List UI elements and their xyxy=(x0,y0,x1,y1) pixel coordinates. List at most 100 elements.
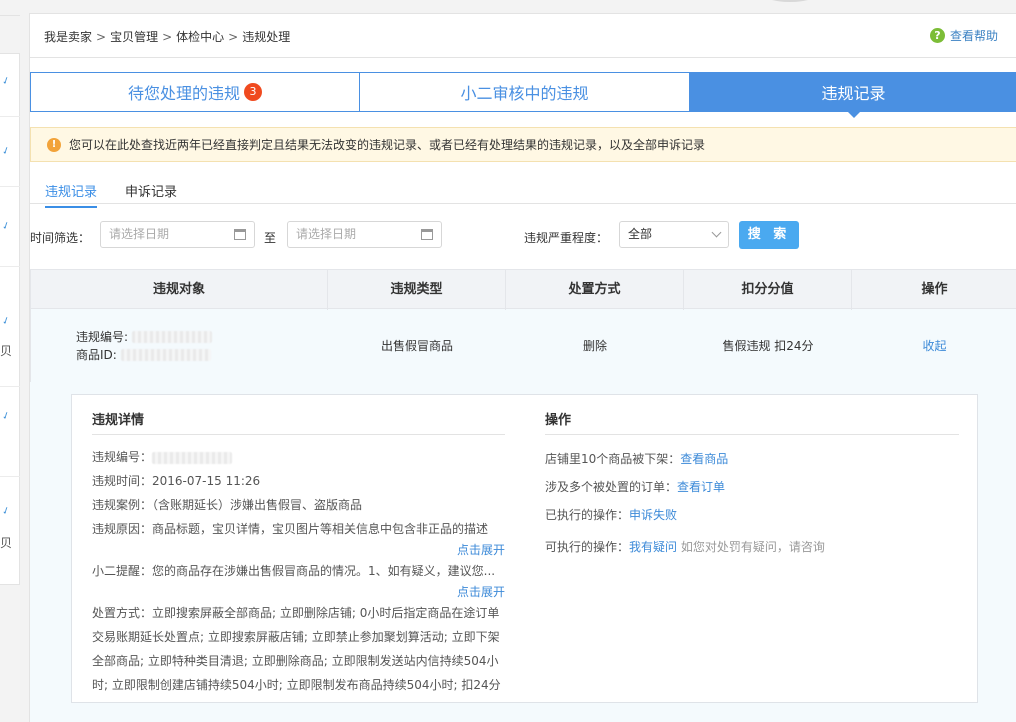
end-date-input[interactable]: 请选择日期 xyxy=(287,221,442,248)
severity-value: 全部 xyxy=(628,227,653,241)
breadcrumb-item[interactable]: 体检中心 xyxy=(176,30,224,44)
detail-area: 违规详情 违规编号： 违规时间：2016-07-15 11:26 违规案例：（含… xyxy=(30,382,1016,722)
calendar-icon xyxy=(234,229,246,240)
detail-reason-value: 商品标题，宝贝详情，宝贝图片等相关信息中包含非正品的描述 xyxy=(152,522,489,536)
check-icon: ✓ xyxy=(0,314,13,329)
start-date-placeholder: 请选择日期 xyxy=(109,227,170,241)
detail-case-value: （含账期延长）涉嫌出售假冒、盗版商品 xyxy=(152,498,363,512)
expand-tip-link[interactable]: 点击展开 xyxy=(92,583,505,601)
detail-method-value: 立即搜索屏蔽全部商品; 立即删除店铺; 0小时后指定商品在途订单交易账期延长处置… xyxy=(92,606,501,692)
tab-under-review[interactable]: 小二审核中的违规 xyxy=(360,72,690,112)
detail-tip-value: 您的商品存在涉嫌出售假冒商品的情况。1、如有疑义，建议您... xyxy=(152,564,496,578)
column-header: 扣分分值 xyxy=(684,270,852,310)
operations-title: 操作 xyxy=(545,409,959,435)
sidebar-divider xyxy=(0,116,20,117)
count-badge: 3 xyxy=(244,83,262,101)
detail-title: 违规详情 xyxy=(92,409,505,435)
view-orders-link[interactable]: 查看订单 xyxy=(677,480,725,494)
date-range-to: 至 xyxy=(264,231,277,245)
detail-time-value: 2016-07-15 11:26 xyxy=(152,474,261,488)
op-line: 可执行的操作：我有疑问 如您对处罚有疑问，请咨询 xyxy=(545,533,959,561)
breadcrumb-item: 违规处理 xyxy=(242,30,291,44)
detail-panel: 违规详情 违规编号： 违规时间：2016-07-15 11:26 违规案例：（含… xyxy=(71,394,978,703)
breadcrumb: 我是卖家 > 宝贝管理 > 体检中心 > 违规处理 xyxy=(44,28,290,45)
detail-tip-label: 小二提醒： xyxy=(92,564,153,578)
column-header: 违规对象 xyxy=(31,270,328,310)
search-button[interactable]: 搜 索 xyxy=(739,221,799,249)
violation-table: 违规对象 违规类型 处置方式 扣分分值 操作 违规编号: 商品ID: 出售假冒商… xyxy=(30,269,1016,383)
sidebar-cap xyxy=(0,16,20,54)
table-header: 违规对象 违规类型 处置方式 扣分分值 操作 xyxy=(30,269,1016,310)
detail-case-label: 违规案例： xyxy=(92,498,153,512)
sidebar-divider xyxy=(0,266,20,267)
detail-reason-line: 违规原因：商品标题，宝贝详情，宝贝图片等相关信息中包含非正品的描述 xyxy=(92,517,505,541)
check-icon: ✓ xyxy=(0,504,13,519)
view-items-link[interactable]: 查看商品 xyxy=(680,452,728,466)
collapse-link[interactable]: 收起 xyxy=(852,337,1016,354)
help-link[interactable]: ? 查看帮助 xyxy=(929,27,998,44)
table-row: 违规编号: 商品ID: 出售假冒商品 删除 售假违规 扣24分 收起 xyxy=(30,309,1016,383)
collapse-label: 收起 xyxy=(922,339,947,353)
tab-violation-records[interactable]: 违规记录 xyxy=(690,72,1016,118)
op-label: 已执行的操作： xyxy=(545,508,630,522)
sidebar-divider xyxy=(0,386,20,387)
violation-id-label: 违规编号: xyxy=(76,329,129,344)
detail-tip-line: 小二提醒：您的商品存在涉嫌出售假冒商品的情况。1、如有疑义，建议您... xyxy=(92,559,505,583)
column-header: 处置方式 xyxy=(506,270,684,310)
tab-label: 待您处理的违规 xyxy=(127,84,240,103)
detail-method-line: 处置方式：立即搜索屏蔽全部商品; 立即删除店铺; 0小时后指定商品在途订单交易账… xyxy=(92,601,505,697)
sidebar-text-fragment: 贝 xyxy=(0,344,13,358)
op-note: 如您对处罚有疑问，请咨询 xyxy=(680,540,825,554)
check-icon: ✓ xyxy=(0,74,13,89)
info-notice: ! 您可以在此处查找近两年已经直接判定且结果无法改变的违规记录、或者已经有处理结… xyxy=(30,127,1016,162)
op-line: 涉及多个被处置的订单：查看订单 xyxy=(545,473,959,501)
tab-pending-violations[interactable]: 待您处理的违规 3 xyxy=(30,72,360,112)
detail-time-label: 违规时间： xyxy=(92,474,153,488)
breadcrumb-separator: > xyxy=(162,30,173,44)
time-filter-label: 时间筛选： xyxy=(30,231,91,245)
breadcrumb-separator: > xyxy=(228,30,239,44)
item-id-label: 商品ID: xyxy=(76,347,117,362)
check-icon: ✓ xyxy=(0,144,13,159)
subtab-bar: 违规记录 申诉记录 xyxy=(30,176,1016,208)
expand-reason-link[interactable]: 点击展开 xyxy=(92,541,505,559)
tab-bar: 待您处理的违规 3 小二审核中的违规 违规记录 xyxy=(30,72,1016,118)
subtab-violation-records[interactable]: 违规记录 xyxy=(45,181,98,208)
detail-reason-label: 违规原因： xyxy=(92,522,153,536)
breadcrumb-item[interactable]: 我是卖家 xyxy=(44,30,92,44)
operations-column: 操作 店铺里10个商品被下架：查看商品 涉及多个被处置的订单：查看订单 已执行的… xyxy=(545,409,959,561)
chevron-down-icon xyxy=(711,227,722,238)
op-line: 店铺里10个商品被下架：查看商品 xyxy=(545,445,959,473)
points-cell: 售假违规 扣24分 xyxy=(722,339,814,353)
column-header: 操作 xyxy=(921,282,948,297)
redacted-value xyxy=(120,349,211,361)
detail-method-label: 处置方式： xyxy=(92,606,153,620)
filter-bar: 时间筛选： 请选择日期 至 请选择日期 违规严重程度： 全部 搜 索 xyxy=(30,221,1016,251)
info-icon: ! xyxy=(47,137,61,152)
severity-select[interactable]: 全部 xyxy=(619,221,729,248)
breadcrumb-item[interactable]: 宝贝管理 xyxy=(110,30,158,44)
i-have-question-link[interactable]: 我有疑问 xyxy=(629,540,677,554)
violation-detail-column: 违规详情 违规编号： 违规时间：2016-07-15 11:26 违规案例：（含… xyxy=(92,409,505,697)
subtab-appeal-records[interactable]: 申诉记录 xyxy=(125,181,177,206)
end-date-placeholder: 请选择日期 xyxy=(296,227,357,241)
column-header: 违规类型 xyxy=(328,270,506,310)
redacted-value xyxy=(131,331,212,343)
op-label: 店铺里10个商品被下架： xyxy=(545,452,681,466)
sidebar-divider xyxy=(0,476,20,477)
start-date-input[interactable]: 请选择日期 xyxy=(100,221,255,248)
help-label: 查看帮助 xyxy=(949,29,998,43)
op-label: 可执行的操作： xyxy=(545,540,630,554)
detail-time-line: 违规时间：2016-07-15 11:26 xyxy=(92,469,505,493)
op-line: 已执行的操作：申诉失败 xyxy=(545,501,959,529)
severity-label: 违规严重程度： xyxy=(524,231,609,245)
violation-object-cell: 违规编号: 商品ID: xyxy=(31,328,328,364)
appeal-failed-link[interactable]: 申诉失败 xyxy=(629,508,677,522)
sidebar-divider xyxy=(0,186,20,187)
notice-text: 您可以在此处查找近两年已经直接判定且结果无法改变的违规记录、或者已经有处理结果的… xyxy=(69,138,706,152)
violation-type-cell: 出售假冒商品 xyxy=(380,339,453,353)
detail-case-line: 违规案例：（含账期延长）涉嫌出售假冒、盗版商品 xyxy=(92,493,505,517)
redacted-value xyxy=(152,451,233,464)
breadcrumb-separator: > xyxy=(96,30,107,44)
left-sidebar-strip: ✓ ✓ ✓ ✓ 贝 ✓ ✓ 宝贝 xyxy=(0,15,20,585)
